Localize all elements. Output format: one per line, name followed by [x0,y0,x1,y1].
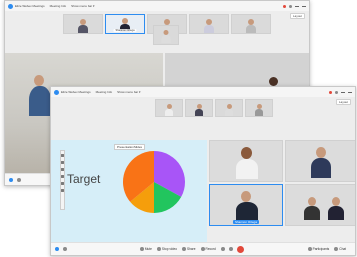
chat-button[interactable]: Chat [334,247,346,251]
participant-avatar [29,75,51,116]
tab-show-menu[interactable]: Show menu bar ▾ [71,4,94,8]
app-logo-icon [54,89,59,95]
participants-button[interactable]: Participants [307,247,329,251]
shape-icon[interactable] [61,175,64,178]
eraser-icon[interactable] [61,182,64,185]
participant-name: Shannon Ortega [113,29,137,32]
video-thumbnail[interactable] [155,99,183,117]
front-meeting-window: Elize Webex Meetings Meeting Info Show m… [50,86,356,256]
video-thumbnail[interactable] [63,14,103,34]
video-thumbnail[interactable] [189,14,229,34]
more-options-icon[interactable] [228,247,233,251]
minimize-icon[interactable] [341,91,345,93]
layout-button[interactable]: Layout [289,13,305,19]
video-tile[interactable] [285,140,355,182]
video-thumbnail[interactable] [215,99,243,117]
video-thumbnail[interactable] [245,99,273,117]
share-icon [182,247,186,251]
reactions-icon[interactable] [220,247,225,251]
video-thumbnail[interactable] [185,99,213,117]
video-tile[interactable] [285,184,355,226]
app-icon[interactable] [9,177,13,182]
app-logo-icon [8,3,13,9]
video-tile-active[interactable]: Shannon Ortega [209,184,283,226]
shared-content-area: PresentationSlides Target [51,140,207,248]
participant-name: Shannon Ortega [232,220,260,224]
info-icon[interactable] [335,90,338,94]
layout-button[interactable]: Layout [335,99,351,105]
tab-meeting-info[interactable]: Meeting Info [96,90,113,94]
title-bar: Elize Webex Meetings Meeting Info Show m… [5,1,309,11]
close-icon[interactable] [348,91,352,93]
pointer-icon[interactable] [61,154,64,157]
chat-bubble-icon[interactable] [63,247,67,251]
recording-icon [329,90,332,94]
chat-bubble-icon[interactable] [17,177,21,182]
pie-chart [123,151,185,213]
participants-icon [307,247,312,251]
tab-show-menu[interactable]: Show menu bar ▾ [117,90,140,94]
tab-meeting[interactable]: Elize Webex Meetings [15,4,45,8]
slide-heading: Target [67,172,101,186]
app-icon[interactable] [55,247,59,251]
video-tile[interactable] [209,140,283,182]
mute-button[interactable]: Mute [139,247,152,251]
control-bar: Mute Stop video Share Record Participant… [51,242,355,255]
minimize-icon[interactable] [295,5,299,7]
share-button[interactable]: Share [182,247,196,251]
recording-icon [283,4,286,8]
title-bar: Elize Webex Meetings Meeting Info Show m… [51,87,355,97]
video-thumbnail-active[interactable]: Shannon Ortega [105,14,145,34]
annotation-toolbar [60,150,65,210]
pen-icon[interactable] [61,161,64,164]
microphone-icon [139,247,144,251]
end-call-button[interactable] [236,245,244,253]
tab-meeting-info[interactable]: Meeting Info [50,4,67,8]
info-icon[interactable] [289,4,292,8]
record-button[interactable]: Record [200,247,216,251]
tab-meeting[interactable]: Elize Webex Meetings [61,90,91,94]
camera-icon [156,247,161,251]
record-icon [200,247,205,251]
text-icon[interactable] [61,168,64,171]
stop-video-button[interactable]: Stop video [156,247,177,251]
participant-avatar [78,19,88,33]
video-thumbnail[interactable] [231,14,271,34]
chat-icon [334,247,339,251]
close-icon[interactable] [302,5,306,7]
zoom-icon[interactable] [61,189,64,192]
video-thumbnail[interactable] [153,25,179,45]
